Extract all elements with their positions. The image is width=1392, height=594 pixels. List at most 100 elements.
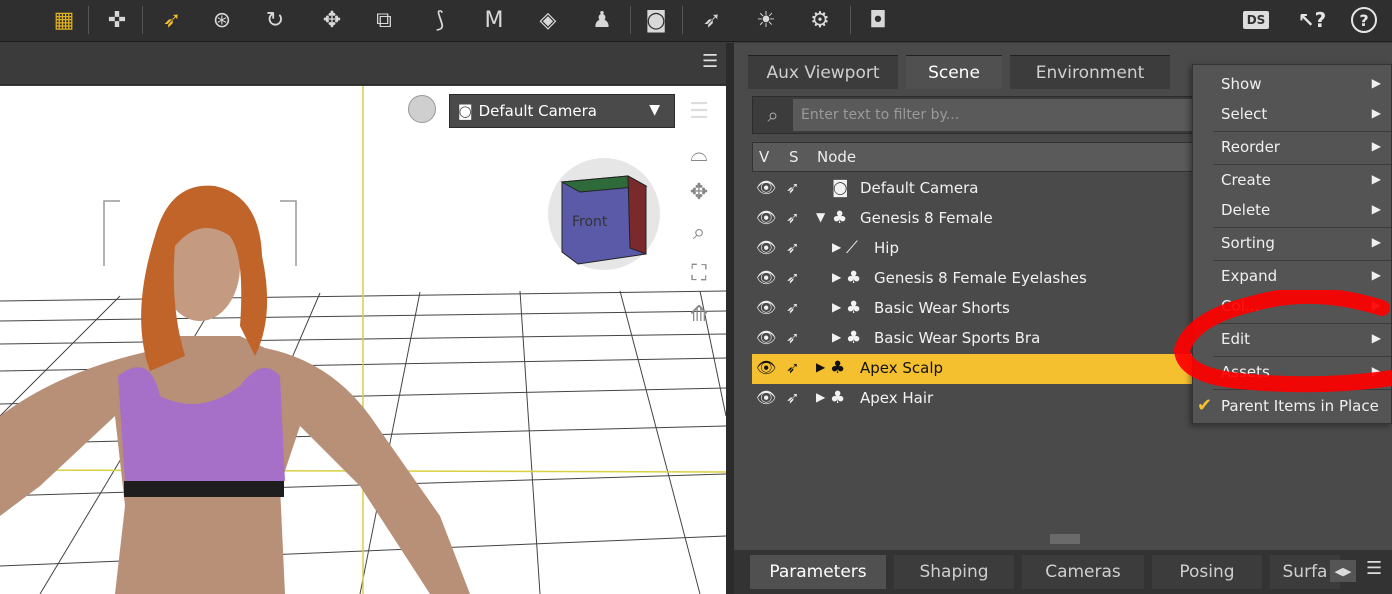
- frame-icon[interactable]: ⛶: [682, 256, 716, 290]
- column-node[interactable]: Node: [817, 148, 856, 166]
- camera-icon: ◙: [458, 102, 473, 120]
- menu-label: Expand: [1221, 267, 1278, 285]
- whats-this-label: ?: [1314, 8, 1327, 32]
- menu-item-parent-items-in-place[interactable]: ✔ Parent Items in Place: [1193, 391, 1392, 421]
- expand-arrow-icon[interactable]: ▶: [832, 330, 841, 344]
- menu-item-expand[interactable]: Expand ▶: [1193, 261, 1392, 291]
- pane-splitter[interactable]: [726, 43, 734, 594]
- scale-icon[interactable]: ⧉: [368, 4, 400, 36]
- node-label: Basic Wear Shorts: [874, 299, 1010, 317]
- chevron-down-icon: ▼: [649, 102, 660, 118]
- view-cube[interactable]: Front: [548, 158, 660, 270]
- tab-cameras[interactable]: Cameras: [1022, 555, 1144, 589]
- orbit-icon[interactable]: ⌓: [682, 137, 716, 171]
- expand-arrow-icon[interactable]: ▶: [832, 270, 841, 284]
- surface-selection-icon[interactable]: ◈: [532, 4, 564, 36]
- menu-item-edit[interactable]: Edit ▶: [1193, 324, 1392, 354]
- region-nav-icon[interactable]: ➶: [696, 4, 728, 36]
- selectable-icon[interactable]: ➶: [786, 298, 799, 317]
- visibility-icon[interactable]: 👁: [756, 298, 776, 317]
- joint-editor-icon[interactable]: ⟆: [424, 4, 456, 36]
- expand-arrow-icon[interactable]: ▶: [832, 300, 841, 314]
- expand-arrow-icon[interactable]: ▶: [816, 360, 825, 374]
- render-settings-icon[interactable]: ⚙: [804, 4, 836, 36]
- grid-icon[interactable]: ▦: [48, 4, 80, 36]
- expand-arrow-icon[interactable]: ▼: [816, 210, 825, 224]
- render-icon[interactable]: ◙: [640, 4, 672, 36]
- visibility-icon[interactable]: 👁: [756, 238, 776, 257]
- menu-label: Show: [1221, 75, 1262, 93]
- camera-icon: ◙: [832, 178, 849, 198]
- 3d-viewport[interactable]: Front: [0, 86, 726, 594]
- camera-select-label: Default Camera: [478, 102, 598, 120]
- viewport-menu-icon[interactable]: ☰: [702, 51, 718, 72]
- zoom-icon[interactable]: ⌕: [682, 215, 716, 249]
- tab-scroll-arrows[interactable]: ◀▶: [1330, 560, 1356, 582]
- view-cube-graphic: Front: [560, 175, 648, 265]
- rotate-icon[interactable]: ↻: [259, 4, 291, 36]
- shading-icon[interactable]: [408, 95, 436, 123]
- pane-menu-icon[interactable]: ☰: [1366, 558, 1382, 579]
- rotate-view-icon[interactable]: ⊛: [206, 4, 238, 36]
- menu-item-show[interactable]: Show ▶: [1193, 69, 1392, 99]
- selectable-icon[interactable]: ➶: [786, 358, 799, 377]
- menu-item-select[interactable]: Select ▶: [1193, 99, 1392, 129]
- scene-options-menu: Show ▶ Select ▶ Reorder ▶ Create ▶ Delete ▶ S…: [1192, 64, 1392, 424]
- column-s[interactable]: S: [789, 148, 799, 166]
- menu-item-delete[interactable]: Delete ▶: [1193, 195, 1392, 225]
- menu-item-assets[interactable]: Assets ▶: [1193, 357, 1392, 387]
- visibility-icon[interactable]: 👁: [756, 268, 776, 287]
- tab-aux-viewport[interactable]: Aux Viewport: [748, 55, 898, 89]
- expand-arrow-icon[interactable]: ▶: [816, 390, 825, 404]
- tab-parameters[interactable]: Parameters: [750, 555, 886, 589]
- light-icon[interactable]: ☀: [750, 4, 782, 36]
- pan-icon[interactable]: ✥: [682, 175, 716, 209]
- figure-icon: ♣: [846, 268, 862, 288]
- submenu-arrow-icon: ▶: [1371, 172, 1381, 186]
- selectable-icon[interactable]: ➶: [786, 268, 799, 287]
- tab-environment[interactable]: Environment: [1010, 55, 1170, 89]
- node-label: Genesis 8 Female: [860, 209, 993, 227]
- universal-tool-icon[interactable]: ✜: [101, 4, 133, 36]
- viewport-options-icon[interactable]: ☰: [682, 94, 716, 128]
- translate-icon[interactable]: ✥: [316, 4, 348, 36]
- submenu-arrow-icon: ▶: [1371, 235, 1381, 249]
- help-label: ?: [1351, 7, 1377, 33]
- camera-icon[interactable]: ◘: [862, 4, 894, 36]
- visibility-icon[interactable]: 👁: [756, 358, 776, 377]
- expand-arrow-icon[interactable]: ▶: [832, 240, 841, 254]
- camera-select[interactable]: ◙ Default Camera ▼: [449, 94, 675, 128]
- selectable-icon[interactable]: ➶: [786, 178, 799, 197]
- submenu-arrow-icon: ▶: [1371, 76, 1381, 90]
- menu-item-sorting[interactable]: Sorting ▶: [1193, 228, 1392, 258]
- selectable-icon[interactable]: ➶: [786, 238, 799, 257]
- selectable-icon[interactable]: ➶: [786, 328, 799, 347]
- toolbar-separator: [682, 6, 683, 34]
- tab-shaping[interactable]: Shaping: [894, 555, 1014, 589]
- help-icon[interactable]: ?: [1348, 4, 1380, 36]
- whats-this-icon[interactable]: ↖?: [1296, 4, 1328, 36]
- selectable-icon[interactable]: ➶: [786, 208, 799, 227]
- visibility-icon[interactable]: 👁: [756, 328, 776, 347]
- menu-label: Parent Items in Place: [1221, 397, 1379, 415]
- tab-posing[interactable]: Posing: [1152, 555, 1262, 589]
- selectable-icon[interactable]: ➶: [786, 388, 799, 407]
- submenu-arrow-icon: ▶: [1371, 268, 1381, 282]
- visibility-icon[interactable]: 👁: [756, 388, 776, 407]
- menu-item-reorder[interactable]: Reorder ▶: [1193, 132, 1392, 162]
- menu-item-create[interactable]: Create ▶: [1193, 165, 1392, 195]
- pane-resize-handle[interactable]: [1050, 534, 1080, 544]
- node-label: Apex Scalp: [860, 359, 944, 377]
- reset-view-icon[interactable]: ⟰: [682, 297, 716, 331]
- menu-item-collapse[interactable]: Col... ▶: [1193, 291, 1392, 321]
- geometry-editor-icon[interactable]: M: [478, 4, 510, 36]
- visibility-icon[interactable]: 👁: [756, 178, 776, 197]
- column-v[interactable]: V: [759, 148, 769, 166]
- tab-scene[interactable]: Scene: [906, 55, 1002, 89]
- figure-icon[interactable]: ♟: [586, 4, 618, 36]
- search-icon[interactable]: ⌕: [759, 101, 787, 129]
- node-selection-icon[interactable]: ➶: [156, 4, 188, 36]
- daz-home-icon[interactable]: DS: [1240, 4, 1272, 36]
- toolbar-separator: [142, 6, 143, 34]
- visibility-icon[interactable]: 👁: [756, 208, 776, 227]
